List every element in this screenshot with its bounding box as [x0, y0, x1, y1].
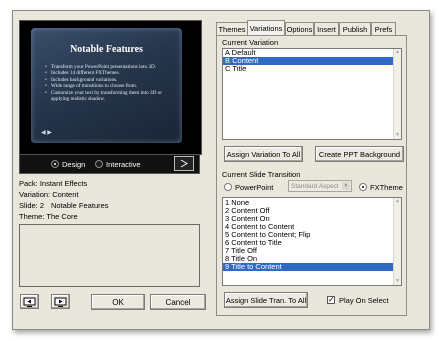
monitor-prev-icon: [23, 297, 36, 307]
tab-variations[interactable]: Variations: [247, 20, 285, 36]
tab-prefs[interactable]: Prefs: [371, 22, 396, 35]
tab-options[interactable]: Options: [285, 22, 314, 35]
variation-item[interactable]: C Title: [223, 65, 401, 73]
left-nav-button[interactable]: [20, 294, 39, 309]
transition-scrollbar[interactable]: ▲ ▼: [393, 198, 401, 285]
preview-slide: Notable Features Transform your PowerPoi…: [31, 28, 182, 143]
chevron-down-icon: ▼: [342, 182, 350, 190]
tab-insert[interactable]: Insert: [314, 22, 339, 35]
ok-button[interactable]: OK: [91, 294, 145, 310]
right-nav-button[interactable]: [51, 294, 70, 309]
slide-name-info: Notable Features: [51, 201, 109, 210]
transition-list[interactable]: 1 None 2 Content Off 3 Content On 4 Cont…: [222, 197, 402, 286]
current-slide-transition-heading: Current Slide Transition: [222, 170, 301, 179]
scroll-up-icon[interactable]: ▲: [394, 49, 401, 56]
powerpoint-label: PowerPoint: [235, 183, 274, 192]
monitor-next-icon: [54, 297, 67, 307]
variation-info: Variation: Content: [19, 190, 79, 199]
play-on-select-label: Play On Select: [339, 296, 389, 305]
aspect-select-value: Standard Aspect: [291, 182, 339, 190]
scroll-down-icon[interactable]: ▼: [394, 278, 401, 285]
slide-nav-arrows[interactable]: ◀ ▶: [41, 129, 52, 136]
slide-bullet: Customize your text by transforming them…: [45, 90, 175, 103]
slide-bullets: Transform your PowerPoint presentations …: [45, 64, 175, 102]
slide-title: Notable Features: [70, 44, 143, 55]
fxtheme-radio[interactable]: [359, 183, 367, 191]
variation-item-selected[interactable]: B Content: [223, 57, 401, 65]
assign-slide-transition-button[interactable]: Assign Slide Tran. To All: [224, 292, 308, 308]
variation-list[interactable]: A Default B Content C Title ▲ ▼: [222, 48, 402, 140]
scroll-up-icon[interactable]: ▲: [394, 198, 401, 205]
tab-themes[interactable]: Themes: [216, 22, 248, 35]
cancel-button[interactable]: Cancel: [150, 294, 206, 310]
theme-info: Theme: The Core: [19, 212, 78, 221]
transition-item-selected[interactable]: 9 Title to Content: [223, 263, 393, 271]
current-variation-heading: Current Variation: [222, 38, 279, 47]
variation-scrollbar[interactable]: ▲ ▼: [393, 49, 401, 139]
play-preview-button[interactable]: [174, 156, 194, 171]
play-icon: [180, 159, 188, 168]
assign-variation-button[interactable]: Assign Variation To All: [224, 146, 303, 162]
play-on-select-checkbox[interactable]: ✓: [327, 296, 335, 304]
interactive-label: Interactive: [106, 160, 141, 169]
pack-info: Pack: Instant Effects: [19, 179, 88, 188]
design-radio[interactable]: [51, 160, 59, 168]
design-label: Design: [62, 160, 86, 169]
notes-box[interactable]: [19, 224, 200, 287]
powerpoint-radio[interactable]: [224, 183, 232, 191]
slide-info: Slide: 2: [19, 201, 45, 210]
interactive-radio[interactable]: [95, 160, 103, 168]
create-ppt-background-button[interactable]: Create PPT Background: [315, 146, 404, 162]
aspect-select: Standard Aspect ▼: [288, 180, 352, 192]
fxtheme-label: FXTheme: [370, 183, 403, 192]
tab-publish[interactable]: Publish: [339, 22, 371, 35]
scroll-down-icon[interactable]: ▼: [394, 132, 401, 139]
